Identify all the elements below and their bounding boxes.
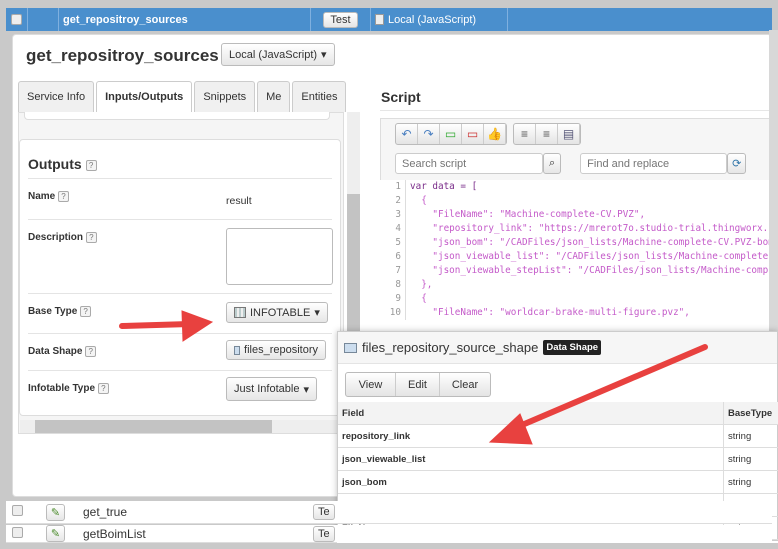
arrow-down-left-head bbox=[488, 413, 533, 445]
arrow-right-head bbox=[181, 310, 214, 342]
arrow-right-shaft bbox=[119, 321, 193, 329]
arrow-down-left-shaft bbox=[512, 344, 708, 431]
annotation-arrows bbox=[119, 310, 708, 445]
